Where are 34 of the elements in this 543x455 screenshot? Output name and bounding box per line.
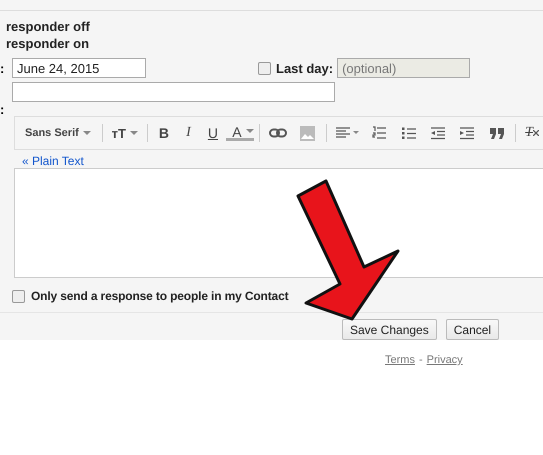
first-day-field[interactable]: June 24, 2015 (12, 58, 146, 78)
link-icon[interactable] (269, 128, 288, 138)
align-left-icon[interactable] (336, 127, 360, 139)
message-label: : (0, 102, 6, 116)
terms-link[interactable]: Terms (385, 354, 415, 366)
x-icon (532, 130, 539, 136)
underline-button[interactable]: U (202, 125, 224, 141)
cancel-button[interactable]: Cancel (446, 319, 500, 340)
first-day-label: : (0, 60, 6, 76)
caret-icon (130, 130, 138, 136)
last-day-label: Last day: (276, 60, 334, 76)
clear-formatting-button[interactable]: T (521, 125, 543, 141)
subject-field[interactable] (12, 82, 335, 102)
contacts-only-checkbox[interactable] (12, 290, 25, 302)
message-editor[interactable] (14, 168, 543, 278)
contacts-only-label: Only send a response to people in my Contact (31, 289, 288, 303)
text-color-button[interactable]: A (226, 125, 254, 141)
bold-button[interactable]: B (152, 125, 176, 141)
privacy-link[interactable]: Privacy (426, 354, 463, 366)
bulleted-list-icon[interactable] (402, 126, 416, 140)
save-changes-button[interactable]: Save Changes (342, 319, 437, 340)
font-dropdown[interactable]: Sans Serif (21, 127, 95, 139)
caret-icon (246, 129, 254, 134)
text-size-button[interactable]: тT (108, 126, 142, 140)
responder-option[interactable]: responder on (6, 36, 543, 53)
caret-icon (82, 130, 91, 136)
quote-icon[interactable] (490, 128, 504, 138)
indent-less-icon[interactable] (431, 126, 446, 140)
footer-separator: - (418, 354, 423, 366)
responder-option[interactable]: responder off (6, 19, 543, 36)
italic-button[interactable]: I (177, 125, 200, 141)
plain-text-link[interactable]: « Plain Text (22, 154, 543, 168)
indent-more-icon[interactable] (460, 126, 474, 140)
numbered-list-icon[interactable] (372, 126, 386, 140)
